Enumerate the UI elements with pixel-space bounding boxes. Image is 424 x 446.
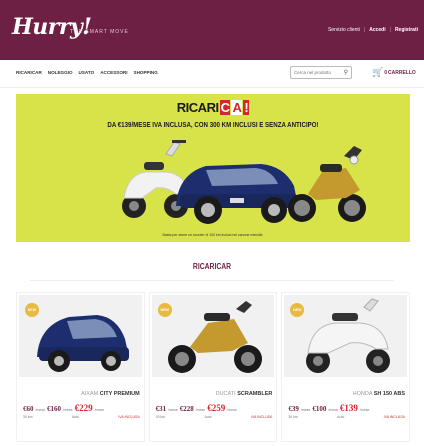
site-logo[interactable]: Hurry! bbox=[12, 14, 92, 40]
hero-vehicles-illustration bbox=[122, 140, 366, 224]
nav-item-ricaricar[interactable]: RICARICAR bbox=[16, 70, 42, 75]
vat-note: IVA INCLUSA bbox=[383, 415, 406, 419]
km-included: 30 km bbox=[155, 415, 166, 419]
hero-footnote: Basta per avere un scooter di 100 km inc… bbox=[162, 233, 264, 237]
cart-icon: 🛒 bbox=[372, 67, 384, 77]
product-card[interactable]: NEW DUCATI SCRAMBLER €31/mese €228/mese … bbox=[148, 292, 278, 442]
price-details: 30 km Auto IVA INCLUSA bbox=[288, 415, 405, 419]
hero-banner[interactable]: RICARI C A! DA €139/MESE IVA INCLUSA, CON … bbox=[16, 94, 410, 242]
price-period: /mese bbox=[195, 408, 206, 412]
km-included: 30 km bbox=[23, 415, 33, 419]
product-card[interactable]: NEW HONDA SH 150 ABS €39/mese €100/mese … bbox=[281, 292, 411, 442]
customer-service-link[interactable]: Servizio clienti bbox=[328, 27, 360, 33]
product-model: SH 150 ABS bbox=[373, 391, 406, 397]
vehicle-type: Auto bbox=[71, 415, 80, 419]
price-option: €39 bbox=[288, 405, 299, 413]
price-row: €60/mese €160/mese €229/mese bbox=[23, 403, 140, 413]
search-input[interactable]: Cerca nel prodotto ⚲ bbox=[290, 66, 352, 79]
divider: | bbox=[389, 27, 391, 33]
product-brand: DUCATI bbox=[215, 391, 236, 397]
nav-item-noleggio[interactable]: NOLEGGIO bbox=[48, 70, 73, 75]
vehicle-type: Auto bbox=[204, 415, 212, 419]
cart-count: 0 bbox=[384, 69, 387, 76]
new-badge: NEW bbox=[25, 303, 39, 317]
nav-item-accessori[interactable]: ACCESSORI bbox=[100, 70, 127, 75]
price-period: /mese bbox=[63, 408, 73, 412]
price-period: /mese bbox=[227, 408, 237, 412]
header-links: Servizio clienti | Accedi | Registrati bbox=[328, 27, 418, 33]
price-period: /mese bbox=[35, 408, 46, 412]
product-name: HONDA SH 150 ABS bbox=[353, 391, 405, 397]
vat-note: IVA INCLUSA bbox=[251, 415, 273, 419]
price-details: 30 km Auto IVA INCLUSA bbox=[156, 415, 273, 419]
nav-item-usato[interactable]: USATO bbox=[79, 70, 95, 75]
cart-label: CARRELLO bbox=[388, 69, 416, 76]
product-name: AIXAM CITY PREMIUM bbox=[81, 391, 140, 397]
new-badge: NEW bbox=[157, 303, 172, 317]
login-link[interactable]: Accedi bbox=[369, 27, 385, 33]
site-header: Hurry! THE SMART MOVE Servizio clienti |… bbox=[0, 0, 424, 60]
product-model: CITY PREMIUM bbox=[99, 391, 140, 397]
product-card[interactable]: NEW AIXAM CITY PREMIUM €60/mese €160/mes… bbox=[16, 292, 145, 442]
price-period: /mese bbox=[168, 408, 178, 412]
product-grid: NEW AIXAM CITY PREMIUM €60/mese €160/mes… bbox=[16, 292, 411, 442]
search-placeholder: Cerca nel prodotto bbox=[294, 70, 332, 75]
price-option: €160 bbox=[47, 405, 62, 413]
product-brand: AIXAM bbox=[81, 391, 99, 397]
vehicle-type: Auto bbox=[337, 415, 345, 419]
site-tagline: THE SMART MOVE bbox=[70, 29, 129, 35]
price-row: €39/mese €100/mese €139/mese bbox=[288, 403, 405, 413]
price-period: /mese bbox=[94, 408, 105, 412]
divider: | bbox=[363, 27, 366, 33]
price-period: /mese bbox=[359, 408, 370, 412]
km-included: 30 km bbox=[288, 415, 298, 419]
vat-note: IVA INCLUSA bbox=[118, 415, 140, 419]
price-period: /mese bbox=[328, 408, 338, 412]
price-option: €31 bbox=[155, 405, 167, 413]
register-link[interactable]: Registrati bbox=[395, 27, 418, 33]
cart-button[interactable]: 🛒 0 CARRELLO bbox=[372, 67, 416, 78]
scooter-illustration bbox=[122, 140, 189, 218]
product-name: DUCATI SCRAMBLER bbox=[216, 391, 273, 397]
main-navbar: RICARICAR NOLEGGIO USATO ACCESSORI SHOPP… bbox=[0, 60, 424, 88]
price-option: €100 bbox=[312, 405, 327, 413]
search-icon[interactable]: ⚲ bbox=[344, 69, 348, 76]
price-option: €228 bbox=[179, 405, 194, 413]
price-details: 30 km Auto IVA INCLUSA bbox=[23, 415, 140, 419]
section-divider bbox=[30, 280, 394, 281]
price-option: €60 bbox=[23, 405, 34, 413]
price-main: €139 bbox=[339, 403, 358, 413]
product-model: SCRAMBLER bbox=[237, 391, 273, 397]
nav-menu: RICARICAR NOLEGGIO USATO ACCESSORI SHOPP… bbox=[16, 70, 158, 75]
product-brand: HONDA bbox=[352, 391, 373, 397]
price-main: €259 bbox=[207, 403, 226, 413]
car-illustration bbox=[176, 164, 298, 224]
price-row: €31/mese €228/mese €259/mese bbox=[156, 403, 273, 413]
nav-item-shopping[interactable]: SHOPPING bbox=[134, 70, 158, 75]
price-main: €229 bbox=[74, 403, 93, 413]
motorbike-illustration bbox=[288, 146, 366, 222]
price-period: /mese bbox=[300, 408, 311, 412]
section-title: RICARICAR bbox=[192, 262, 232, 271]
